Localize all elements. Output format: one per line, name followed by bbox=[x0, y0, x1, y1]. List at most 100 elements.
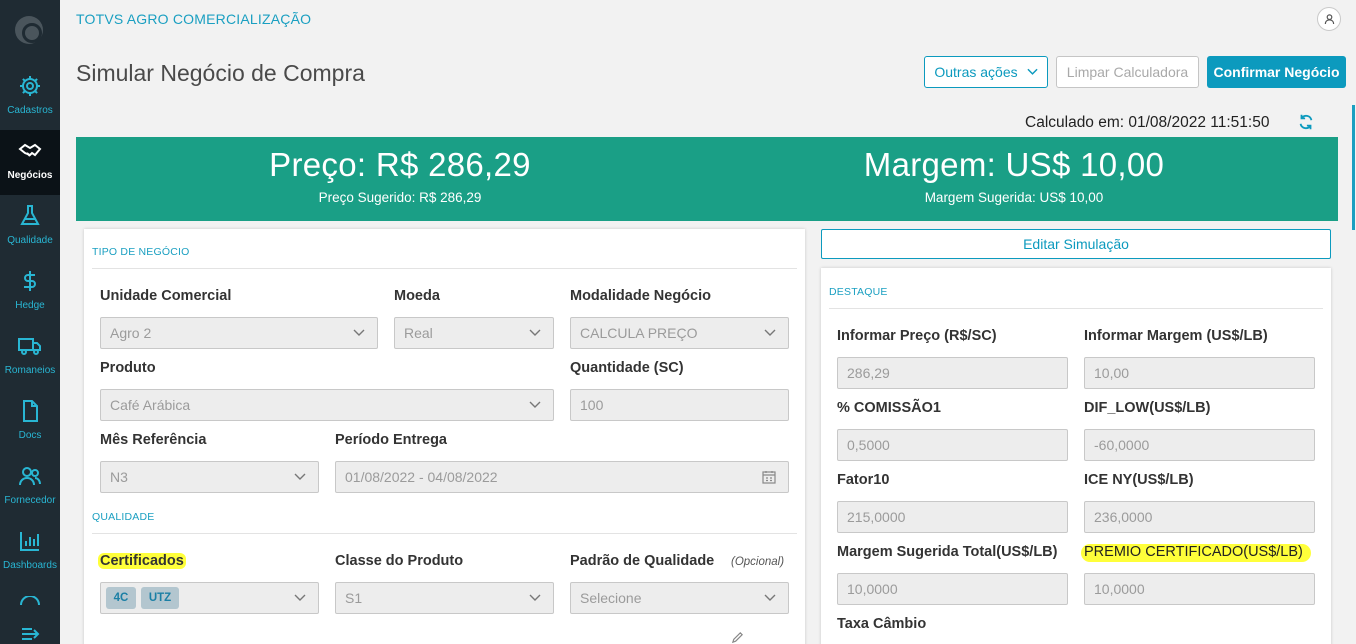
dif-low-input[interactable]: -60,0000 bbox=[1084, 429, 1315, 461]
comissao-label: % COMISSÃO1 bbox=[837, 400, 941, 416]
clear-calculator-button[interactable]: Limpar Calculadora bbox=[1056, 56, 1199, 88]
scrollbar[interactable] bbox=[1352, 105, 1355, 230]
chevron-down-icon bbox=[294, 473, 306, 480]
divider bbox=[92, 268, 797, 269]
padrao-label: Padrão de Qualidade bbox=[570, 553, 715, 569]
premio-input[interactable]: 10,0000 bbox=[1084, 573, 1315, 605]
refresh-icon[interactable] bbox=[1297, 113, 1315, 131]
deal-type-card: TIPO DE NEGÓCIO Unidade Comercial Agro 2… bbox=[84, 229, 805, 644]
ice-value: 236,0000 bbox=[1094, 509, 1153, 525]
dollar-icon bbox=[24, 271, 36, 291]
chevron-down-icon bbox=[529, 329, 541, 336]
calendar-icon[interactable] bbox=[762, 470, 776, 484]
user-profile-button[interactable] bbox=[1317, 7, 1341, 31]
sidebar-item-dashboards[interactable]: Dashboards bbox=[0, 520, 60, 585]
highlight-card: DESTAQUE Informar Preço (R$/SC) 286,29 I… bbox=[821, 268, 1331, 644]
produto-value: Café Arábica bbox=[110, 397, 191, 413]
unidade-select[interactable]: Agro 2 bbox=[100, 317, 378, 349]
classe-label: Classe do Produto bbox=[335, 553, 464, 569]
chevron-down-icon bbox=[294, 594, 306, 601]
edit-simulation-button[interactable]: Editar Simulação bbox=[821, 229, 1331, 259]
margem-total-label: Margem Sugerida Total(US$/LB) bbox=[837, 544, 1058, 560]
section-title-tipo: TIPO DE NEGÓCIO bbox=[92, 246, 190, 258]
sidebar-item-qualidade[interactable]: Qualidade bbox=[0, 195, 60, 260]
informar-margem-label: Informar Margem (US$/LB) bbox=[1084, 328, 1268, 344]
sidebar-item-label: Qualidade bbox=[7, 235, 53, 246]
summary-banner: Preço: R$ 286,29 Preço Sugerido: R$ 286,… bbox=[76, 137, 1338, 221]
price-block: Preço: R$ 286,29 Preço Sugerido: R$ 286,… bbox=[76, 137, 724, 205]
margin-block: Margem: US$ 10,00 Margem Sugerida: US$ 1… bbox=[690, 137, 1338, 205]
certificados-label-text: Certificados bbox=[98, 553, 186, 569]
padrao-placeholder: Selecione bbox=[580, 590, 642, 606]
certificados-label: Certificados bbox=[98, 553, 186, 569]
gear-icon bbox=[20, 76, 40, 96]
dif-low-value: -60,0000 bbox=[1094, 437, 1150, 453]
other-actions-button[interactable]: Outras ações bbox=[924, 56, 1048, 88]
produto-label: Produto bbox=[100, 360, 156, 376]
truck-icon bbox=[18, 338, 41, 355]
pencil-icon[interactable] bbox=[731, 631, 744, 644]
sidebar-item-negocios[interactable]: Negócios bbox=[0, 130, 60, 195]
produto-select[interactable]: Café Arábica bbox=[100, 389, 554, 421]
divider bbox=[829, 308, 1323, 309]
sidebar-item-hedge[interactable]: Hedge bbox=[0, 260, 60, 325]
fator-value: 215,0000 bbox=[847, 509, 906, 525]
confirm-deal-button[interactable]: Confirmar Negócio bbox=[1207, 56, 1346, 88]
app-brand[interactable]: TOTVS AGRO COMERCIALIZAÇÃO bbox=[76, 11, 311, 27]
chevron-down-icon bbox=[1027, 68, 1038, 75]
mes-label: Mês Referência bbox=[100, 432, 207, 448]
modalidade-value: CALCULA PREÇO bbox=[580, 325, 698, 341]
section-title-qualidade: QUALIDADE bbox=[92, 511, 155, 523]
document-icon bbox=[23, 400, 38, 422]
sidebar: Cadastros Negócios Qualidade Hedge Roman… bbox=[0, 0, 60, 644]
sidebar-item-cadastros[interactable]: Cadastros bbox=[0, 65, 60, 130]
confirm-deal-label: Confirmar Negócio bbox=[1213, 64, 1340, 80]
clear-calculator-label: Limpar Calculadora bbox=[1066, 64, 1189, 80]
margem-total-input[interactable]: 10,0000 bbox=[837, 573, 1068, 605]
certificados-multiselect[interactable]: 4C UTZ bbox=[100, 582, 319, 614]
sidebar-item-docs[interactable]: Docs bbox=[0, 390, 60, 455]
logo-icon bbox=[15, 16, 43, 44]
quantidade-input[interactable]: 100 bbox=[570, 389, 789, 421]
margin-suggested: Margem Sugerida: US$ 10,00 bbox=[924, 190, 1104, 205]
arc-icon bbox=[20, 596, 40, 606]
padrao-select[interactable]: Selecione bbox=[570, 582, 789, 614]
premio-value: 10,0000 bbox=[1094, 581, 1145, 597]
handshake-icon bbox=[18, 143, 42, 157]
unidade-label: Unidade Comercial bbox=[100, 288, 232, 304]
expand-menu-icon[interactable] bbox=[20, 626, 40, 642]
sidebar-item-label: Romaneios bbox=[4, 365, 56, 376]
classe-select[interactable]: S1 bbox=[335, 582, 554, 614]
divider bbox=[92, 533, 797, 534]
certificate-chip[interactable]: UTZ bbox=[141, 587, 179, 609]
modalidade-label: Modalidade Negócio bbox=[570, 288, 711, 304]
comissao-value: 0,5000 bbox=[847, 437, 890, 453]
ice-input[interactable]: 236,0000 bbox=[1084, 501, 1315, 533]
sidebar-item-fornecedor[interactable]: Fornecedor bbox=[0, 455, 60, 520]
certificate-chip[interactable]: 4C bbox=[106, 587, 136, 609]
comissao-input[interactable]: 0,5000 bbox=[837, 429, 1068, 461]
mes-select[interactable]: N3 bbox=[100, 461, 319, 493]
periodo-input[interactable]: 01/08/2022 - 04/08/2022 bbox=[335, 461, 789, 493]
chevron-down-icon bbox=[529, 401, 541, 408]
ice-label: ICE NY(US$/LB) bbox=[1084, 472, 1194, 488]
chevron-down-icon bbox=[764, 329, 776, 336]
informar-margem-input[interactable]: 10,00 bbox=[1084, 357, 1315, 389]
chevron-down-icon bbox=[529, 594, 541, 601]
section-title-destaque: DESTAQUE bbox=[829, 286, 888, 298]
sidebar-item-label: Fornecedor bbox=[4, 495, 56, 506]
periodo-value: 01/08/2022 - 04/08/2022 bbox=[345, 469, 498, 485]
padrao-optional: (Opcional) bbox=[731, 556, 785, 568]
sidebar-item-label: Hedge bbox=[15, 300, 45, 311]
fator-input[interactable]: 215,0000 bbox=[837, 501, 1068, 533]
taxa-label: Taxa Câmbio bbox=[837, 616, 927, 632]
informar-preco-input[interactable]: 286,29 bbox=[837, 357, 1068, 389]
price-value: Preço: R$ 286,29 bbox=[269, 146, 531, 183]
sidebar-item-romaneios[interactable]: Romaneios bbox=[0, 325, 60, 390]
moeda-select[interactable]: Real bbox=[394, 317, 554, 349]
periodo-label: Período Entrega bbox=[335, 432, 447, 448]
sidebar-item-label: Docs bbox=[18, 430, 42, 441]
modalidade-select[interactable]: CALCULA PREÇO bbox=[570, 317, 789, 349]
moeda-value: Real bbox=[404, 325, 433, 341]
other-actions-label: Outras ações bbox=[934, 64, 1018, 80]
